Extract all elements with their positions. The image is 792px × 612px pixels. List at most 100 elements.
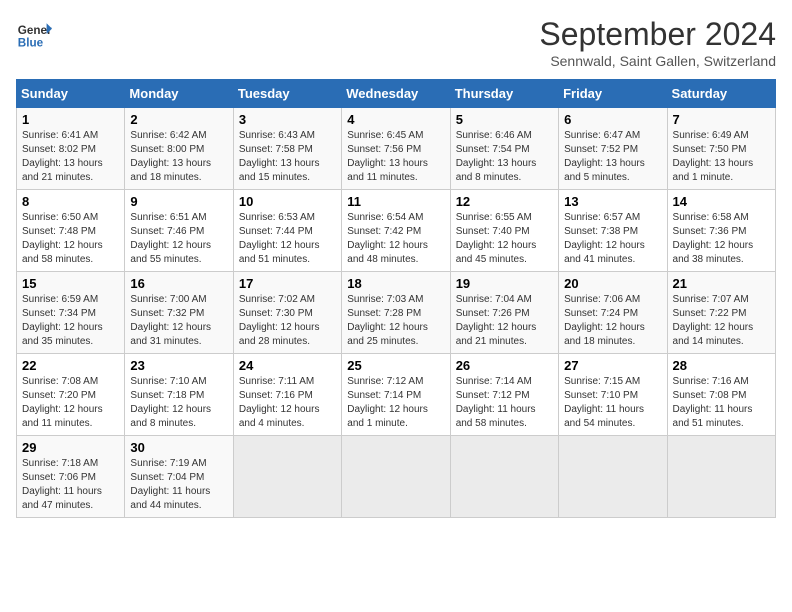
calendar-cell: 28Sunrise: 7:16 AM Sunset: 7:08 PM Dayli… bbox=[667, 354, 775, 436]
calendar-cell: 8 Sunrise: 6:50 AM Sunset: 7:48 PM Daylig… bbox=[17, 190, 125, 272]
day-detail: Sunrise: 6:54 AM Sunset: 7:42 PM Dayligh… bbox=[347, 211, 444, 267]
day-number: 26 bbox=[456, 358, 553, 373]
calendar-cell: 27Sunrise: 7:15 AM Sunset: 7:10 PM Dayli… bbox=[559, 354, 667, 436]
weekday-header-row: SundayMondayTuesdayWednesdayThursdayFrid… bbox=[17, 80, 776, 108]
day-number: 24 bbox=[239, 358, 336, 373]
day-detail: Sunrise: 6:51 AM Sunset: 7:46 PM Dayligh… bbox=[130, 211, 227, 267]
calendar-cell: 30 Sunrise: 7:19 AM Sunset: 7:04 PM Dayli… bbox=[125, 436, 233, 518]
day-number: 1 bbox=[22, 112, 119, 127]
calendar-cell: 6 Sunrise: 6:47 AM Sunset: 7:52 PM Daylig… bbox=[559, 108, 667, 190]
weekday-header-cell: Sunday bbox=[17, 80, 125, 108]
day-detail: Sunrise: 6:50 AM Sunset: 7:48 PM Dayligh… bbox=[22, 211, 119, 267]
day-number: 30 bbox=[130, 440, 227, 455]
calendar-cell: 22 Sunrise: 7:08 AM Sunset: 7:20 PM Dayli… bbox=[17, 354, 125, 436]
title-area: September 2024 Sennwald, Saint Gallen, S… bbox=[539, 16, 776, 69]
weekday-header-cell: Wednesday bbox=[342, 80, 450, 108]
day-number: 5 bbox=[456, 112, 553, 127]
calendar-cell bbox=[559, 436, 667, 518]
calendar-cell: 19 Sunrise: 7:04 AM Sunset: 7:26 PM Dayli… bbox=[450, 272, 558, 354]
calendar-cell: 9 Sunrise: 6:51 AM Sunset: 7:46 PM Daylig… bbox=[125, 190, 233, 272]
calendar-cell: 20Sunrise: 7:06 AM Sunset: 7:24 PM Dayli… bbox=[559, 272, 667, 354]
day-number: 12 bbox=[456, 194, 553, 209]
calendar-cell bbox=[450, 436, 558, 518]
calendar-cell: 5 Sunrise: 6:46 AM Sunset: 7:54 PM Daylig… bbox=[450, 108, 558, 190]
day-number: 17 bbox=[239, 276, 336, 291]
logo: General Blue bbox=[16, 16, 52, 52]
day-number: 13 bbox=[564, 194, 661, 209]
calendar-table: SundayMondayTuesdayWednesdayThursdayFrid… bbox=[16, 79, 776, 518]
day-detail: Sunrise: 7:07 AM Sunset: 7:22 PM Dayligh… bbox=[673, 293, 770, 349]
day-number: 2 bbox=[130, 112, 227, 127]
day-number: 4 bbox=[347, 112, 444, 127]
day-detail: Sunrise: 7:00 AM Sunset: 7:32 PM Dayligh… bbox=[130, 293, 227, 349]
weekday-header-cell: Tuesday bbox=[233, 80, 341, 108]
calendar-week-row: 1 Sunrise: 6:41 AM Sunset: 8:02 PM Daylig… bbox=[17, 108, 776, 190]
calendar-cell: 1 Sunrise: 6:41 AM Sunset: 8:02 PM Daylig… bbox=[17, 108, 125, 190]
day-number: 10 bbox=[239, 194, 336, 209]
calendar-cell: 15 Sunrise: 6:59 AM Sunset: 7:34 PM Dayli… bbox=[17, 272, 125, 354]
location-subtitle: Sennwald, Saint Gallen, Switzerland bbox=[539, 53, 776, 69]
calendar-cell: 26Sunrise: 7:14 AM Sunset: 7:12 PM Dayli… bbox=[450, 354, 558, 436]
svg-text:Blue: Blue bbox=[18, 37, 44, 50]
calendar-cell: 10 Sunrise: 6:53 AM Sunset: 7:44 PM Dayli… bbox=[233, 190, 341, 272]
day-number: 18 bbox=[347, 276, 444, 291]
day-number: 7 bbox=[673, 112, 770, 127]
page-header: General Blue September 2024 Sennwald, Sa… bbox=[16, 16, 776, 69]
weekday-header-cell: Saturday bbox=[667, 80, 775, 108]
day-detail: Sunrise: 7:18 AM Sunset: 7:06 PM Dayligh… bbox=[22, 457, 119, 513]
calendar-cell: 25Sunrise: 7:12 AM Sunset: 7:14 PM Dayli… bbox=[342, 354, 450, 436]
day-detail: Sunrise: 7:04 AM Sunset: 7:26 PM Dayligh… bbox=[456, 293, 553, 349]
weekday-header-cell: Friday bbox=[559, 80, 667, 108]
day-detail: Sunrise: 7:08 AM Sunset: 7:20 PM Dayligh… bbox=[22, 375, 119, 431]
day-number: 16 bbox=[130, 276, 227, 291]
day-detail: Sunrise: 6:49 AM Sunset: 7:50 PM Dayligh… bbox=[673, 129, 770, 185]
day-number: 15 bbox=[22, 276, 119, 291]
day-detail: Sunrise: 6:53 AM Sunset: 7:44 PM Dayligh… bbox=[239, 211, 336, 267]
calendar-cell bbox=[233, 436, 341, 518]
calendar-cell: 24Sunrise: 7:11 AM Sunset: 7:16 PM Dayli… bbox=[233, 354, 341, 436]
day-number: 19 bbox=[456, 276, 553, 291]
calendar-cell: 14Sunrise: 6:58 AM Sunset: 7:36 PM Dayli… bbox=[667, 190, 775, 272]
calendar-cell: 18 Sunrise: 7:03 AM Sunset: 7:28 PM Dayli… bbox=[342, 272, 450, 354]
day-detail: Sunrise: 6:42 AM Sunset: 8:00 PM Dayligh… bbox=[130, 129, 227, 185]
logo-icon: General Blue bbox=[16, 16, 52, 52]
day-detail: Sunrise: 6:47 AM Sunset: 7:52 PM Dayligh… bbox=[564, 129, 661, 185]
calendar-week-row: 22 Sunrise: 7:08 AM Sunset: 7:20 PM Dayli… bbox=[17, 354, 776, 436]
day-detail: Sunrise: 7:12 AM Sunset: 7:14 PM Dayligh… bbox=[347, 375, 444, 431]
calendar-week-row: 8 Sunrise: 6:50 AM Sunset: 7:48 PM Daylig… bbox=[17, 190, 776, 272]
day-detail: Sunrise: 6:43 AM Sunset: 7:58 PM Dayligh… bbox=[239, 129, 336, 185]
calendar-cell: 3Sunrise: 6:43 AM Sunset: 7:58 PM Daylig… bbox=[233, 108, 341, 190]
calendar-cell bbox=[667, 436, 775, 518]
day-detail: Sunrise: 6:59 AM Sunset: 7:34 PM Dayligh… bbox=[22, 293, 119, 349]
calendar-cell bbox=[342, 436, 450, 518]
day-number: 6 bbox=[564, 112, 661, 127]
day-number: 22 bbox=[22, 358, 119, 373]
day-detail: Sunrise: 6:41 AM Sunset: 8:02 PM Dayligh… bbox=[22, 129, 119, 185]
day-detail: Sunrise: 7:03 AM Sunset: 7:28 PM Dayligh… bbox=[347, 293, 444, 349]
day-detail: Sunrise: 6:45 AM Sunset: 7:56 PM Dayligh… bbox=[347, 129, 444, 185]
month-title: September 2024 bbox=[539, 16, 776, 53]
calendar-week-row: 29Sunrise: 7:18 AM Sunset: 7:06 PM Dayli… bbox=[17, 436, 776, 518]
calendar-body: 1 Sunrise: 6:41 AM Sunset: 8:02 PM Daylig… bbox=[17, 108, 776, 518]
calendar-cell: 23 Sunrise: 7:10 AM Sunset: 7:18 PM Dayli… bbox=[125, 354, 233, 436]
day-number: 9 bbox=[130, 194, 227, 209]
day-number: 11 bbox=[347, 194, 444, 209]
day-detail: Sunrise: 6:46 AM Sunset: 7:54 PM Dayligh… bbox=[456, 129, 553, 185]
calendar-cell: 29Sunrise: 7:18 AM Sunset: 7:06 PM Dayli… bbox=[17, 436, 125, 518]
day-detail: Sunrise: 7:19 AM Sunset: 7:04 PM Dayligh… bbox=[130, 457, 227, 513]
day-detail: Sunrise: 6:55 AM Sunset: 7:40 PM Dayligh… bbox=[456, 211, 553, 267]
day-number: 23 bbox=[130, 358, 227, 373]
day-number: 20 bbox=[564, 276, 661, 291]
calendar-cell: 4 Sunrise: 6:45 AM Sunset: 7:56 PM Daylig… bbox=[342, 108, 450, 190]
calendar-cell: 2 Sunrise: 6:42 AM Sunset: 8:00 PM Daylig… bbox=[125, 108, 233, 190]
day-number: 28 bbox=[673, 358, 770, 373]
day-detail: Sunrise: 7:10 AM Sunset: 7:18 PM Dayligh… bbox=[130, 375, 227, 431]
weekday-header-cell: Monday bbox=[125, 80, 233, 108]
day-number: 8 bbox=[22, 194, 119, 209]
day-detail: Sunrise: 6:57 AM Sunset: 7:38 PM Dayligh… bbox=[564, 211, 661, 267]
day-detail: Sunrise: 7:02 AM Sunset: 7:30 PM Dayligh… bbox=[239, 293, 336, 349]
day-number: 21 bbox=[673, 276, 770, 291]
calendar-cell: 13 Sunrise: 6:57 AM Sunset: 7:38 PM Dayli… bbox=[559, 190, 667, 272]
day-number: 27 bbox=[564, 358, 661, 373]
day-number: 14 bbox=[673, 194, 770, 209]
